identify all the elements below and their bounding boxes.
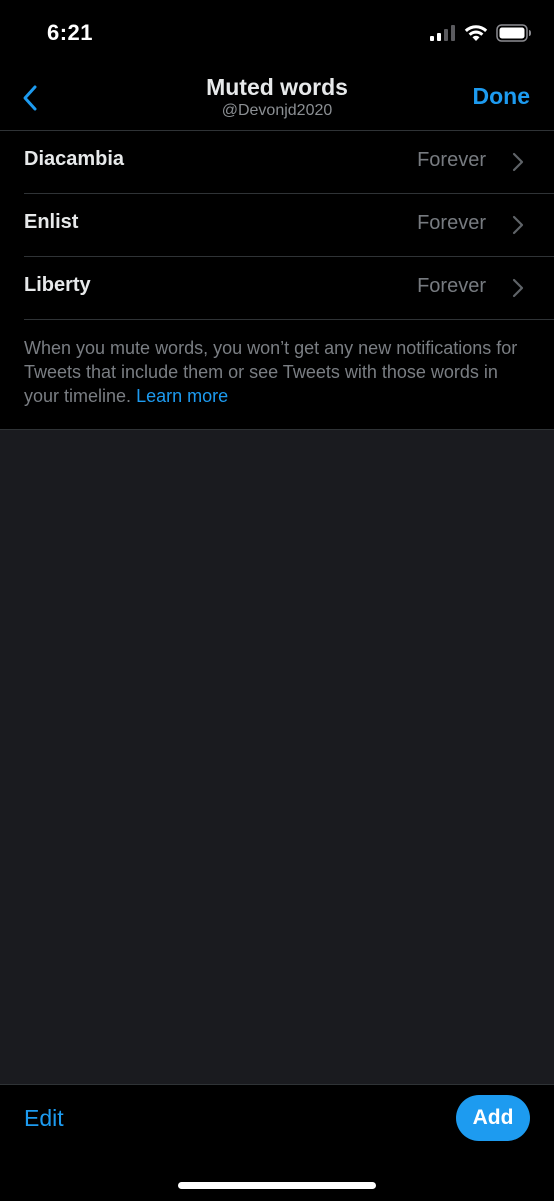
muted-word-row[interactable]: Diacambia Forever bbox=[24, 131, 554, 194]
mute-duration: Forever bbox=[417, 275, 486, 297]
page-title: Muted words bbox=[206, 74, 348, 100]
home-indicator[interactable] bbox=[178, 1182, 376, 1189]
account-handle: @Devonjd2020 bbox=[221, 102, 333, 119]
muted-word: Diacambia bbox=[24, 148, 125, 170]
chevron-right-icon bbox=[512, 152, 524, 172]
muted-word: Liberty bbox=[24, 274, 91, 296]
chevron-right-icon bbox=[512, 215, 524, 235]
mute-info-text: When you mute words, you won’t get any n… bbox=[24, 336, 534, 408]
muted-word: Enlist bbox=[24, 211, 79, 233]
mute-duration: Forever bbox=[417, 149, 486, 171]
battery-icon bbox=[496, 24, 531, 42]
wifi-icon bbox=[464, 25, 488, 41]
muted-word-row[interactable]: Enlist Forever bbox=[24, 194, 554, 257]
muted-words-list: Diacambia Forever Enlist Forever Liberty… bbox=[0, 131, 554, 320]
signal-icon bbox=[430, 25, 455, 41]
chevron-right-icon bbox=[512, 278, 524, 298]
status-icons bbox=[430, 24, 532, 42]
status-time: 6:21 bbox=[47, 20, 94, 45]
learn-more-link[interactable]: Learn more bbox=[136, 386, 228, 406]
done-button[interactable]: Done bbox=[473, 83, 531, 110]
bottom-toolbar: Edit Add bbox=[0, 1084, 554, 1201]
mute-info-body: When you mute words, you won’t get any n… bbox=[24, 338, 518, 406]
status-bar: 6:21 bbox=[0, 0, 554, 66]
add-button[interactable]: Add bbox=[456, 1095, 530, 1141]
mute-duration: Forever bbox=[417, 212, 486, 234]
edit-button[interactable]: Edit bbox=[24, 1105, 64, 1132]
nav-title-group: Muted words @Devonjd2020 bbox=[0, 73, 554, 121]
muted-word-row[interactable]: Liberty Forever bbox=[24, 257, 554, 320]
empty-content-area bbox=[0, 429, 554, 1085]
nav-header: Muted words @Devonjd2020 Done bbox=[0, 66, 554, 131]
